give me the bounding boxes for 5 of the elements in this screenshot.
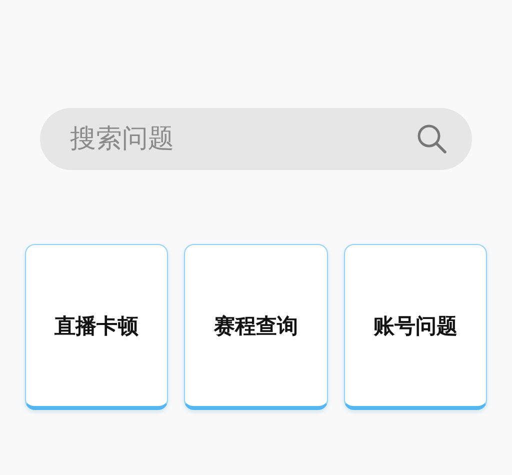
- category-card[interactable]: 直播卡顿: [25, 244, 168, 410]
- search-field[interactable]: 搜索问题: [40, 108, 472, 170]
- category-card[interactable]: 账号问题: [344, 244, 487, 410]
- category-card[interactable]: 赛程查询: [184, 244, 328, 410]
- search-icon[interactable]: [416, 123, 448, 155]
